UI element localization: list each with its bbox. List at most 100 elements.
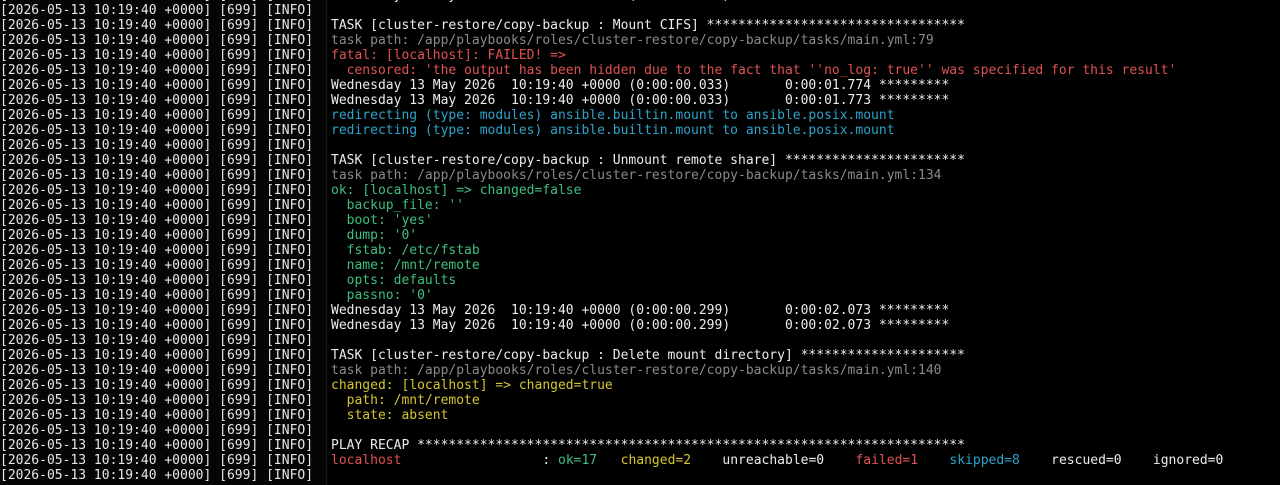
log-line: [2026-05-13 10:19:40 +0000] [699] [INFO]	[0, 333, 1280, 348]
log-line: [2026-05-13 10:19:40 +0000] [699] [INFO]…	[0, 273, 1280, 288]
log-line-message: TASK [cluster-restore/copy-backup : Moun…	[331, 18, 965, 33]
log-line-prefix: [2026-05-13 10:19:40 +0000] [699] [INFO]	[0, 273, 314, 288]
log-line-prefix: [2026-05-13 10:19:40 +0000] [699] [INFO]	[0, 198, 314, 213]
log-line-prefix: [2026-05-13 10:19:40 +0000] [699] [INFO]	[0, 48, 314, 63]
log-line-prefix: [2026-05-13 10:19:40 +0000] [699] [INFO]	[0, 363, 314, 378]
log-line: [2026-05-13 10:19:40 +0000] [699] [INFO]	[0, 138, 1280, 153]
log-line-prefix: [2026-05-13 10:19:40 +0000] [699] [INFO]	[0, 78, 314, 93]
log-line-message: passno: '0'	[331, 288, 433, 303]
log-line-message: censored: 'the output has been hidden du…	[331, 63, 1177, 78]
log-line-prefix: [2026-05-13 10:19:40 +0000] [699] [INFO]	[0, 468, 314, 483]
log-line: [2026-05-13 10:19:40 +0000] [699] [INFO]…	[0, 213, 1280, 228]
log-line-message: boot: 'yes'	[331, 213, 433, 228]
log-line-message: task path: /app/playbooks/roles/cluster-…	[331, 168, 942, 183]
log-line: [2026-05-13 10:19:40 +0000] [699] [INFO]…	[0, 453, 1280, 468]
log-line: [2026-05-13 10:19:40 +0000] [699] [INFO]…	[0, 363, 1280, 378]
log-line-message	[918, 453, 949, 468]
log-line: [2026-05-13 10:19:40 +0000] [699] [INFO]…	[0, 303, 1280, 318]
log-line-prefix: [2026-05-13 10:19:40 +0000] [699] [INFO]	[0, 378, 314, 393]
log-line: [2026-05-13 10:19:40 +0000] [699] [INFO]…	[0, 288, 1280, 303]
log-line-prefix: [2026-05-13 10:19:40 +0000] [699] [INFO]	[0, 393, 314, 408]
log-line-message: redirecting (type: modules) ansible.buil…	[331, 108, 895, 123]
log-line-message: fatal: [localhost]: FAILED! =>	[331, 48, 566, 63]
log-line: [2026-05-13 10:19:40 +0000] [699] [INFO]…	[0, 408, 1280, 423]
log-line-prefix: [2026-05-13 10:19:40 +0000] [699] [INFO]	[0, 288, 314, 303]
log-line-message: rescued=0 ignored=0	[1019, 453, 1224, 468]
log-line-message: name: /mnt/remote	[331, 258, 480, 273]
log-line-prefix: [2026-05-13 10:19:40 +0000] [699] [INFO]	[0, 423, 314, 438]
log-line-message: TASK [cluster-restore/copy-backup : Unmo…	[331, 153, 965, 168]
log-line: [2026-05-13 10:19:40 +0000] [699] [INFO]…	[0, 48, 1280, 63]
log-line-message: :	[401, 453, 558, 468]
log-line-prefix: [2026-05-13 10:19:40 +0000] [699] [INFO]	[0, 153, 314, 168]
log-line: [2026-05-13 10:19:40 +0000] [699] [INFO]…	[0, 168, 1280, 183]
log-line-message: Wednesday 13 May 2026 10:19:40 +0000 (0:…	[331, 0, 949, 3]
log-line: [2026-05-13 10:19:40 +0000] [699] [INFO]…	[0, 258, 1280, 273]
log-line-prefix: [2026-05-13 10:19:40 +0000] [699] [INFO]	[0, 333, 314, 348]
log-line-prefix: [2026-05-13 10:19:40 +0000] [699] [INFO]	[0, 123, 314, 138]
log-line-message: unreachable=0	[691, 453, 856, 468]
log-line-message: PLAY RECAP *****************************…	[331, 438, 965, 453]
log-line-prefix: [2026-05-13 10:19:40 +0000] [699] [INFO]	[0, 453, 314, 468]
log-line-prefix: [2026-05-13 10:19:40 +0000] [699] [INFO]	[0, 348, 314, 363]
log-line: [2026-05-13 10:19:40 +0000] [699] [INFO]…	[0, 183, 1280, 198]
log-line: [2026-05-13 10:19:40 +0000] [699] [INFO]…	[0, 108, 1280, 123]
log-line: [2026-05-13 10:19:40 +0000] [699] [INFO]	[0, 3, 1280, 18]
log-line-prefix: [2026-05-13 10:19:40 +0000] [699] [INFO]	[0, 183, 314, 198]
log-line-message: Wednesday 13 May 2026 10:19:40 +0000 (0:…	[331, 93, 950, 108]
log-line-prefix: [2026-05-13 10:19:40 +0000] [699] [INFO]	[0, 258, 314, 273]
log-line-prefix: [2026-05-13 10:19:40 +0000] [699] [INFO]	[0, 168, 314, 183]
log-line: [2026-05-13 10:19:40 +0000] [699] [INFO]…	[0, 18, 1280, 33]
log-line-message: path: /mnt/remote	[331, 393, 480, 408]
log-line-prefix: [2026-05-13 10:19:40 +0000] [699] [INFO]	[0, 108, 314, 123]
log-line: [2026-05-13 10:19:40 +0000] [699] [INFO]	[0, 468, 1280, 483]
log-line: [2026-05-13 10:19:40 +0000] [699] [INFO]…	[0, 63, 1280, 78]
log-line-message: changed: [localhost] => changed=true	[331, 378, 613, 393]
log-line-message	[597, 453, 620, 468]
log-line-message: TASK [cluster-restore/copy-backup : Dele…	[331, 348, 965, 363]
log-line-message: failed=1	[855, 453, 919, 468]
log-line: [2026-05-13 10:19:40 +0000] [699] [INFO]	[0, 423, 1280, 438]
log-line-message: dump: '0'	[331, 228, 418, 243]
log-lines: [2026-05-13 10:19:40 +0000] [699] [INFO]…	[0, 0, 1280, 483]
log-line-prefix: [2026-05-13 10:19:40 +0000] [699] [INFO]	[0, 18, 314, 33]
log-line: [2026-05-13 10:19:40 +0000] [699] [INFO]…	[0, 393, 1280, 408]
log-line-prefix: [2026-05-13 10:19:40 +0000] [699] [INFO]	[0, 438, 314, 453]
log-line-prefix: [2026-05-13 10:19:40 +0000] [699] [INFO]	[0, 318, 314, 333]
log-line-message: ok: [localhost] => changed=false	[331, 183, 582, 198]
log-line-prefix: [2026-05-13 10:19:40 +0000] [699] [INFO]	[0, 213, 314, 228]
log-line: [2026-05-13 10:19:40 +0000] [699] [INFO]…	[0, 33, 1280, 48]
log-line-prefix: [2026-05-13 10:19:40 +0000] [699] [INFO]	[0, 63, 314, 78]
log-line-message: task path: /app/playbooks/roles/cluster-…	[331, 363, 942, 378]
log-line: [2026-05-13 10:19:40 +0000] [699] [INFO]…	[0, 438, 1280, 453]
log-line: [2026-05-13 10:19:40 +0000] [699] [INFO]…	[0, 348, 1280, 363]
log-line: [2026-05-13 10:19:40 +0000] [699] [INFO]…	[0, 93, 1280, 108]
log-line-message: task path: /app/playbooks/roles/cluster-…	[331, 33, 934, 48]
log-line: [2026-05-13 10:19:40 +0000] [699] [INFO]…	[0, 243, 1280, 258]
log-line: [2026-05-13 10:19:40 +0000] [699] [INFO]…	[0, 78, 1280, 93]
log-line-prefix: [2026-05-13 10:19:40 +0000] [699] [INFO]	[0, 93, 314, 108]
log-line-prefix: [2026-05-13 10:19:40 +0000] [699] [INFO]	[0, 303, 314, 318]
log-line-message: Wednesday 13 May 2026 10:19:40 +0000 (0:…	[331, 318, 950, 333]
log-line: [2026-05-13 10:19:40 +0000] [699] [INFO]…	[0, 198, 1280, 213]
log-line-prefix: [2026-05-13 10:19:40 +0000] [699] [INFO]	[0, 228, 314, 243]
terminal-scrollback[interactable]: [2026-05-13 10:19:40 +0000] [699] [INFO]…	[0, 0, 1280, 485]
log-line-message: ok=17	[558, 453, 598, 468]
log-line-message: backup_file: ''	[331, 198, 465, 213]
log-line-message: state: absent	[331, 408, 449, 423]
log-line-message: Wednesday 13 May 2026 10:19:40 +0000 (0:…	[331, 78, 950, 93]
log-line-message: localhost	[331, 453, 402, 468]
log-line-prefix: [2026-05-13 10:19:40 +0000] [699] [INFO]	[0, 33, 314, 48]
log-line-message: Wednesday 13 May 2026 10:19:40 +0000 (0:…	[331, 303, 950, 318]
log-line: [2026-05-13 10:19:40 +0000] [699] [INFO]…	[0, 123, 1280, 138]
log-line-prefix: [2026-05-13 10:19:40 +0000] [699] [INFO]	[0, 138, 314, 153]
terminal-window[interactable]: [2026-05-13 10:19:40 +0000] [699] [INFO]…	[0, 0, 1280, 485]
log-line-message: skipped=8	[949, 453, 1020, 468]
log-line: [2026-05-13 10:19:40 +0000] [699] [INFO]…	[0, 378, 1280, 393]
log-line-prefix: [2026-05-13 10:19:40 +0000] [699] [INFO]	[0, 3, 314, 18]
log-line-message: fstab: /etc/fstab	[331, 243, 480, 258]
log-line: [2026-05-13 10:19:40 +0000] [699] [INFO]…	[0, 153, 1280, 168]
log-line: [2026-05-13 10:19:40 +0000] [699] [INFO]…	[0, 228, 1280, 243]
log-line-message: opts: defaults	[331, 273, 457, 288]
log-line-prefix: [2026-05-13 10:19:40 +0000] [699] [INFO]	[0, 243, 314, 258]
